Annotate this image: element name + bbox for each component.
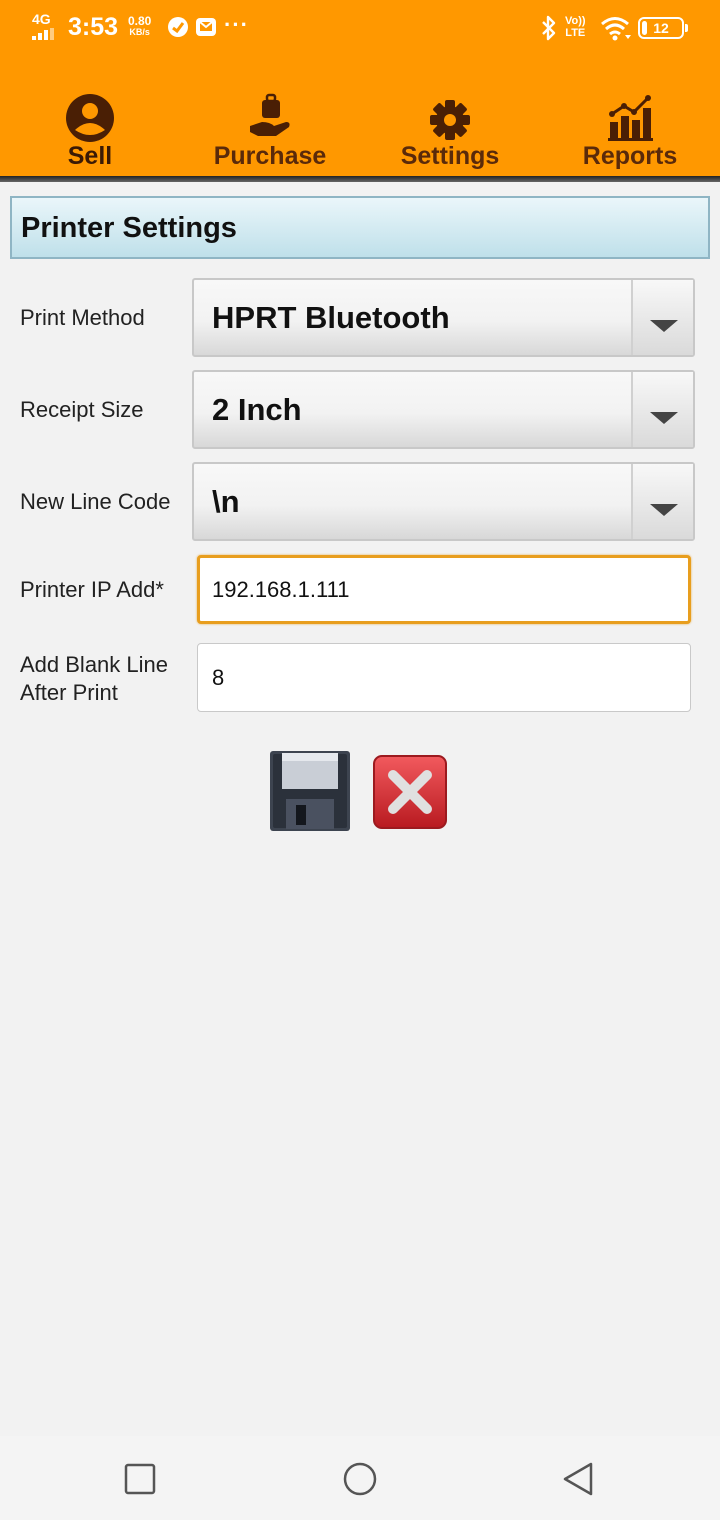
nav-reports[interactable]: Reports bbox=[540, 88, 720, 176]
chevron-down-icon[interactable] bbox=[631, 280, 693, 355]
receipt-size-label: Receipt Size bbox=[20, 397, 144, 422]
new-line-code-value: \n bbox=[212, 484, 240, 519]
bar-chart-icon bbox=[608, 95, 653, 141]
bluetooth-icon bbox=[542, 15, 556, 41]
print-method-label: Print Method bbox=[20, 305, 145, 330]
main-nav: Sell Purchase Settings Reports bbox=[0, 88, 720, 176]
clock: 3:53 bbox=[68, 13, 119, 41]
network-speed: 0.80 KB/s bbox=[128, 14, 152, 37]
print-method-select[interactable]: HPRT Bluetooth bbox=[192, 278, 695, 357]
hand-bag-icon bbox=[250, 93, 290, 136]
nav-label: Sell bbox=[67, 142, 113, 170]
blank-lines-input[interactable]: 8 bbox=[197, 643, 691, 712]
chevron-down-icon[interactable] bbox=[631, 464, 693, 539]
volte-indicator: Vo)) LTE bbox=[565, 15, 586, 39]
nav-label: Reports bbox=[582, 142, 678, 170]
nav-settings[interactable]: Settings bbox=[360, 88, 540, 176]
battery-indicator: 12 bbox=[638, 17, 688, 39]
status-bar: 4G 3:53 0.80 KB/s ··· Vo)) LTE 12 bbox=[0, 0, 720, 58]
person-circle-icon bbox=[66, 94, 114, 142]
wifi-icon bbox=[601, 17, 631, 41]
chevron-down-icon[interactable] bbox=[631, 372, 693, 447]
system-nav-bar bbox=[0, 1436, 720, 1520]
receipt-size-select[interactable]: 2 Inch bbox=[192, 370, 695, 449]
receipt-size-value: 2 Inch bbox=[212, 392, 302, 427]
more-notifications: ··· bbox=[224, 12, 249, 37]
nav-sell[interactable]: Sell bbox=[0, 88, 180, 176]
message-icon bbox=[196, 18, 216, 36]
printer-ip-label: Printer IP Add* bbox=[20, 577, 164, 602]
new-line-code-select[interactable]: \n bbox=[192, 462, 695, 541]
nav-label: Settings bbox=[400, 142, 500, 170]
section-header: Printer Settings bbox=[10, 196, 710, 259]
network-type: 4G bbox=[32, 11, 51, 27]
nav-divider bbox=[0, 176, 720, 182]
save-button[interactable] bbox=[270, 751, 350, 831]
nav-label: Purchase bbox=[213, 142, 327, 170]
print-method-value: HPRT Bluetooth bbox=[212, 300, 450, 335]
cancel-button[interactable] bbox=[373, 755, 447, 829]
section-title: Printer Settings bbox=[21, 212, 237, 244]
printer-ip-input[interactable]: 192.168.1.111 bbox=[197, 555, 691, 624]
signal-icon bbox=[32, 28, 54, 40]
nav-purchase[interactable]: Purchase bbox=[180, 88, 360, 176]
recent-apps-icon[interactable] bbox=[123, 1462, 157, 1496]
blank-lines-label: Add Blank Line After Print bbox=[20, 652, 168, 705]
speed-dial-icon bbox=[168, 17, 188, 37]
gear-icon bbox=[430, 100, 470, 140]
back-icon[interactable] bbox=[561, 1462, 595, 1496]
new-line-code-label: New Line Code bbox=[20, 489, 171, 514]
home-icon[interactable] bbox=[343, 1462, 377, 1496]
